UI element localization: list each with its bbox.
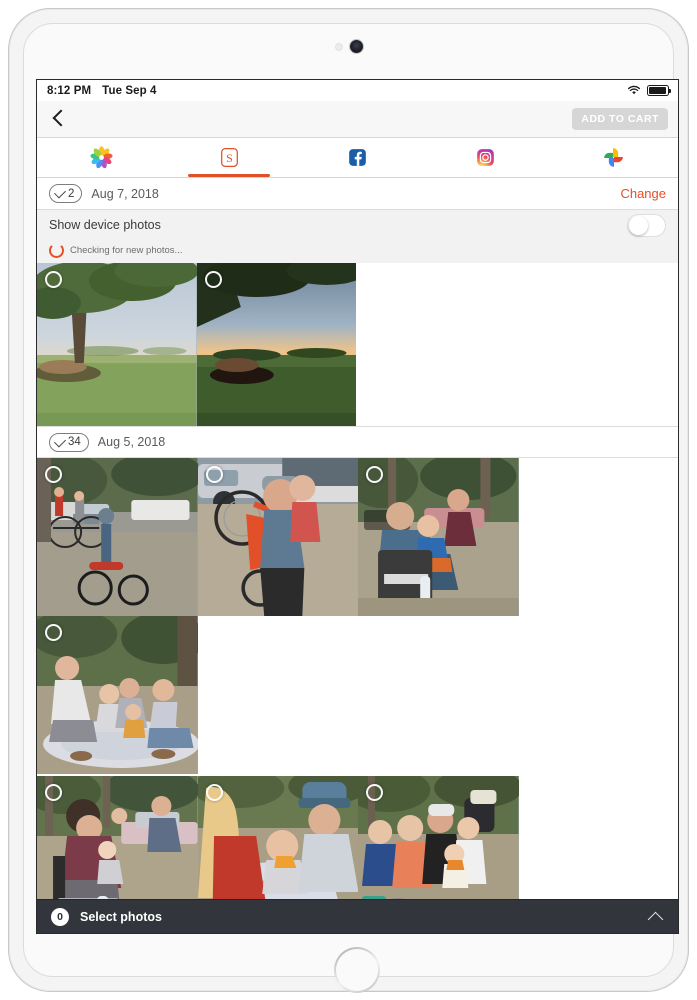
select-photos-label: Select photos xyxy=(80,909,162,924)
section-header-aug7: 2 Aug 7, 2018 Change xyxy=(37,178,678,210)
change-link[interactable]: Change xyxy=(620,186,666,201)
device-photos-row: Show device photos Checking for new phot… xyxy=(37,210,678,263)
instagram-icon xyxy=(473,145,498,170)
section-header-aug5: 34 Aug 5, 2018 xyxy=(37,426,678,458)
checking-status-text: Checking for new photos... xyxy=(70,244,183,256)
photo-grid-aug5 xyxy=(37,458,678,933)
check-icon xyxy=(53,186,67,199)
photo-select-circle[interactable] xyxy=(45,784,62,801)
add-to-cart-button[interactable]: ADD TO CART xyxy=(572,108,668,130)
tab-shutterfly[interactable]: S xyxy=(165,138,293,177)
loading-spinner-icon xyxy=(49,242,64,258)
photo-thumbnail[interactable] xyxy=(358,458,519,616)
check-icon xyxy=(53,434,67,448)
tab-instagram[interactable] xyxy=(422,138,550,177)
wifi-icon xyxy=(627,85,641,96)
photo-select-circle[interactable] xyxy=(45,466,62,483)
ambient-light-sensor xyxy=(336,44,342,50)
section-count: 34 xyxy=(68,436,81,448)
tab-apple-photos[interactable] xyxy=(37,138,165,177)
section-count-badge[interactable]: 34 xyxy=(49,432,89,452)
status-indicators xyxy=(627,85,672,96)
front-camera-icon xyxy=(350,40,363,53)
screen: 8:12 PM Tue Sep 4 ADD TO CART S 2 Aug 7,… xyxy=(36,79,679,934)
shutterfly-s-icon: S xyxy=(217,145,242,170)
photo-select-circle[interactable] xyxy=(205,466,223,483)
status-time: 8:12 PM xyxy=(47,84,92,97)
section-date: Aug 7, 2018 xyxy=(91,186,159,201)
facebook-icon xyxy=(345,145,370,170)
photo-select-circle[interactable] xyxy=(366,466,383,483)
photo-select-circle[interactable] xyxy=(45,624,62,641)
selection-bottom-bar[interactable]: 0 Select photos xyxy=(37,899,678,933)
selected-count-badge: 0 xyxy=(51,907,69,926)
chevron-up-icon[interactable] xyxy=(648,909,664,925)
apple-photos-icon xyxy=(89,145,114,170)
photo-thumbnail[interactable] xyxy=(196,263,356,426)
tab-google-photos[interactable] xyxy=(550,138,678,177)
tab-active-underline xyxy=(188,174,271,177)
photo-select-circle[interactable] xyxy=(204,271,222,288)
photo-select-circle[interactable] xyxy=(205,784,223,801)
google-photos-icon xyxy=(601,145,626,170)
svg-text:S: S xyxy=(226,151,233,165)
battery-icon xyxy=(647,85,672,96)
status-date: Tue Sep 4 xyxy=(102,84,157,97)
photo-grid-aug7 xyxy=(37,263,678,426)
back-chevron-icon[interactable] xyxy=(47,108,69,130)
show-device-photos-toggle[interactable] xyxy=(627,213,666,237)
section-date: Aug 5, 2018 xyxy=(97,435,166,449)
ipad-device-frame: 8:12 PM Tue Sep 4 ADD TO CART S 2 Aug 7,… xyxy=(8,8,689,992)
photo-select-circle[interactable] xyxy=(45,271,62,288)
photo-thumbnail[interactable] xyxy=(37,263,197,426)
photo-thumbnail[interactable] xyxy=(37,616,198,774)
section-count-badge[interactable]: 2 xyxy=(49,184,83,203)
photo-thumbnail[interactable] xyxy=(197,458,358,616)
photo-thumbnail[interactable] xyxy=(37,458,198,616)
home-button[interactable] xyxy=(334,947,380,993)
tab-facebook[interactable] xyxy=(293,138,421,177)
toggle-knob xyxy=(629,215,648,235)
source-tab-bar: S xyxy=(37,138,678,178)
photo-select-circle[interactable] xyxy=(366,784,383,801)
show-device-photos-label: Show device photos xyxy=(49,218,161,232)
section-count: 2 xyxy=(68,187,75,200)
navigation-bar: ADD TO CART xyxy=(37,101,678,138)
status-bar: 8:12 PM Tue Sep 4 xyxy=(37,80,678,101)
